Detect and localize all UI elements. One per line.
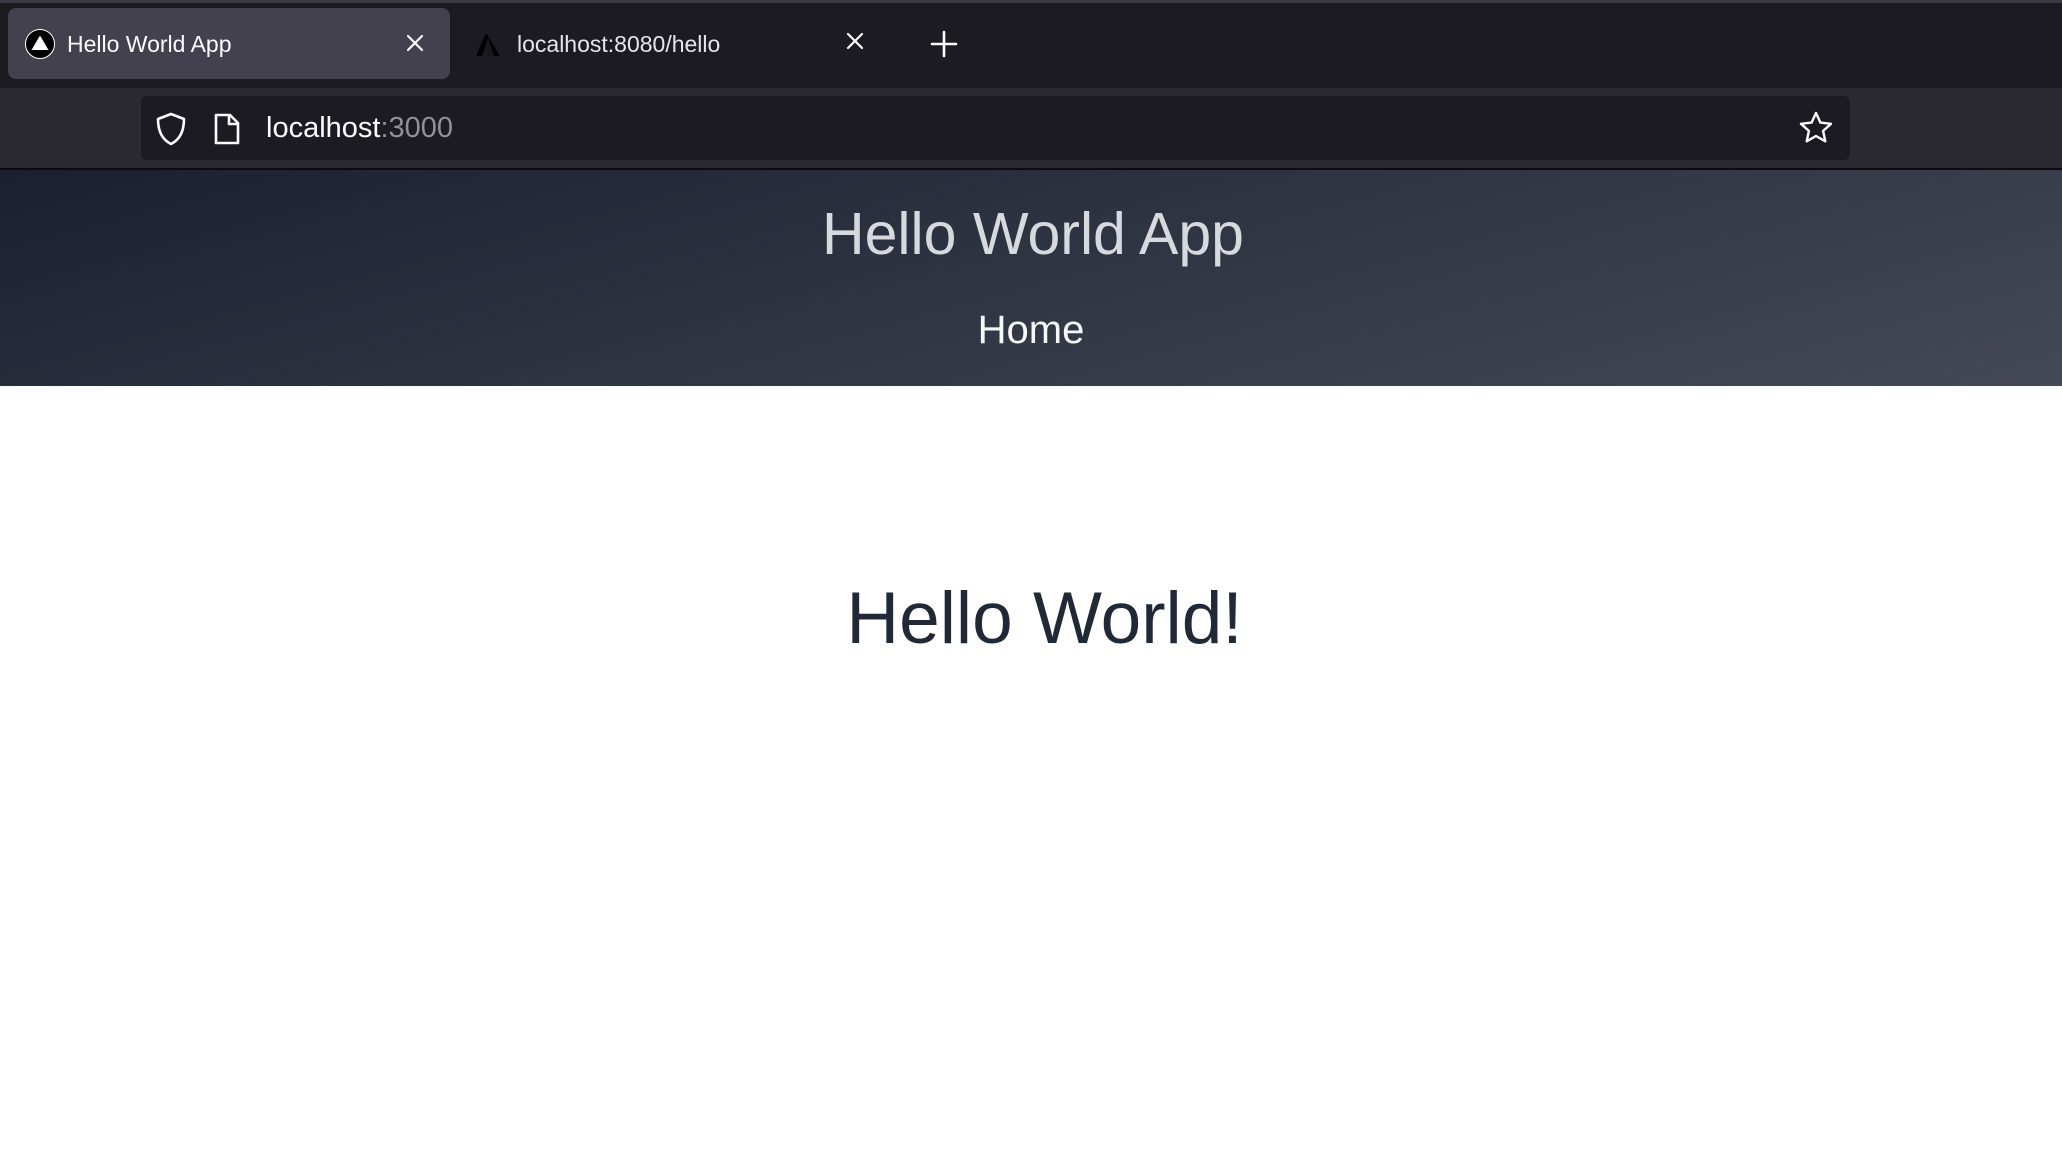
triangle-logo-icon	[25, 29, 55, 59]
close-icon	[846, 32, 864, 50]
triangle-logo-icon	[476, 33, 500, 56]
url-port: :3000	[380, 112, 454, 144]
tab-strip: Hello World App localhost:8080/hello	[0, 3, 2062, 88]
close-icon	[406, 34, 424, 52]
star-icon[interactable]	[1798, 110, 1834, 146]
plus-icon	[930, 30, 958, 58]
browser-chrome: Hello World App localhost:8080/hello loc…	[0, 0, 2062, 170]
page-heading: Hello World!	[846, 578, 1243, 659]
tab-localhost-hello[interactable]: localhost:8080/hello	[462, 8, 892, 79]
tab-title: localhost:8080/hello	[517, 31, 721, 57]
shield-icon[interactable]	[155, 112, 187, 146]
app-title: Hello World App	[822, 201, 1244, 267]
nav-link-home[interactable]: Home	[0, 305, 2062, 355]
navigation-toolbar: localhost:3000	[0, 88, 2062, 168]
tab-title: Hello World App	[67, 31, 232, 57]
url-host: localhost	[266, 112, 381, 144]
close-tab-button[interactable]	[840, 26, 870, 56]
new-tab-button[interactable]	[927, 27, 961, 61]
address-bar[interactable]: localhost:3000	[141, 96, 1850, 160]
app-header: Hello World App Home	[0, 170, 2062, 386]
page-icon[interactable]	[213, 112, 241, 146]
tab-hello-world-app[interactable]: Hello World App	[8, 8, 450, 79]
url-text[interactable]: localhost:3000	[266, 110, 453, 146]
close-tab-button[interactable]	[400, 28, 430, 58]
